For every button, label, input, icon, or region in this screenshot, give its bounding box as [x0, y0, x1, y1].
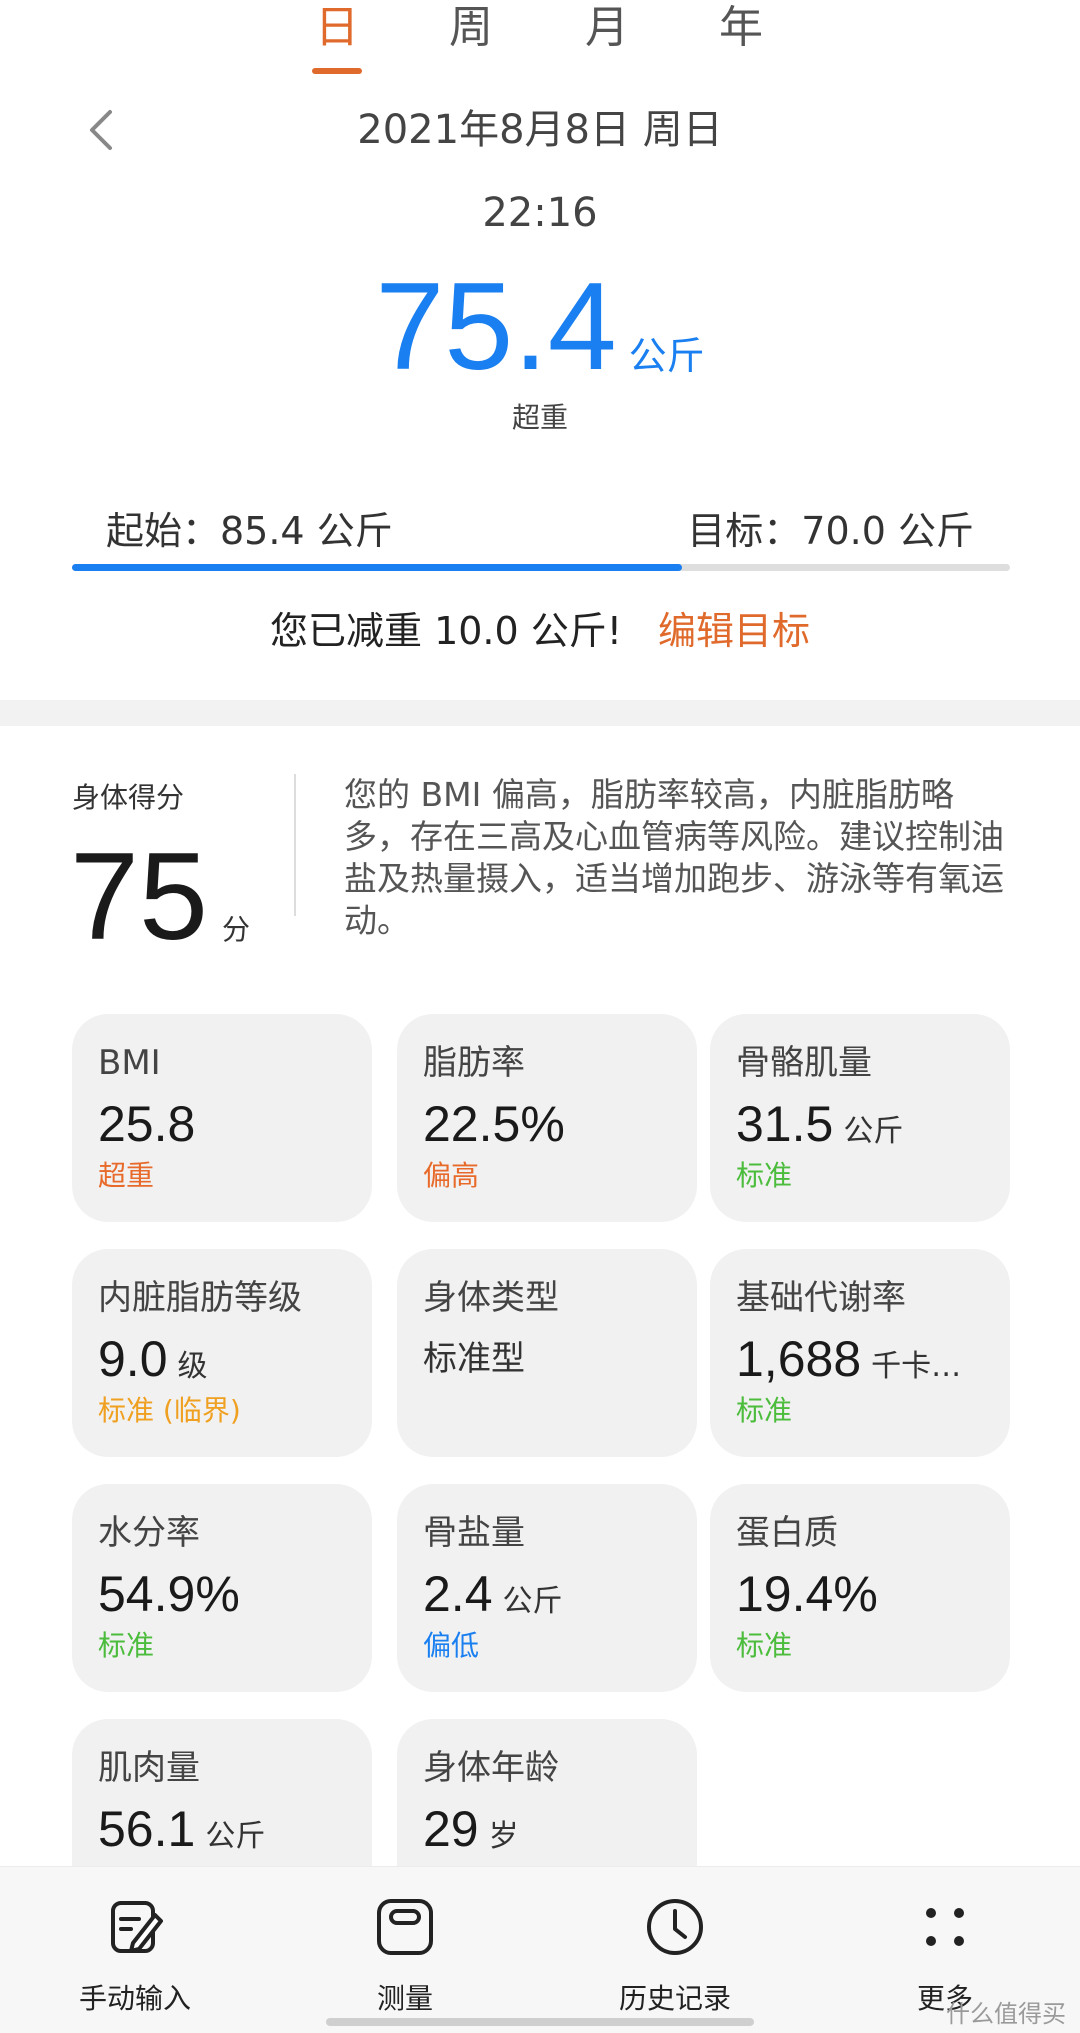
metric-value: 56.1: [98, 1801, 196, 1857]
weight-status: 超重: [511, 401, 568, 434]
body-score: 75 分: [70, 832, 250, 962]
metric-unit: 级: [177, 1349, 208, 1384]
metric-card[interactable]: 水分率 54.9% 标准: [72, 1484, 372, 1692]
metric-title: 蛋白质: [736, 1513, 838, 1553]
metric-status: 偏高: [423, 1159, 480, 1192]
period-tabs: 日 周 月 年: [0, 0, 1080, 80]
section-divider: [0, 700, 1080, 726]
weight-progress-fill: [72, 564, 682, 571]
metric-title: 肌肉量: [98, 1748, 200, 1788]
metric-title: 脂肪率: [423, 1043, 525, 1083]
metric-title: 骨盐量: [423, 1513, 525, 1553]
nav-measure[interactable]: 测量: [310, 1867, 500, 2033]
metric-status: 超重: [98, 1159, 155, 1192]
metric-value-row: 19.4%: [736, 1564, 984, 1624]
tab-year[interactable]: 年: [696, 0, 786, 56]
tab-day[interactable]: 日: [292, 0, 382, 56]
weight-unit: 公斤: [628, 334, 705, 378]
metric-status: 标准: [98, 1629, 155, 1662]
metric-value-row: 56.1 公斤: [98, 1799, 346, 1859]
metric-title: 基础代谢率: [736, 1278, 906, 1318]
metric-title: 身体年龄: [423, 1748, 559, 1788]
edit-note-icon: [111, 1901, 163, 1953]
metric-value: 29: [423, 1801, 479, 1857]
metric-status: 标准: [736, 1159, 793, 1192]
tab-week[interactable]: 周: [426, 0, 516, 56]
metric-value: 31.5: [736, 1096, 834, 1152]
metric-title: 身体类型: [423, 1278, 559, 1318]
metric-card[interactable]: 基础代谢率 1,688 千卡… 标准: [710, 1249, 1010, 1457]
more-dots-icon: [926, 1908, 964, 1946]
weight-value: 75.4: [375, 258, 617, 396]
nav-history-label: 历史记录: [618, 1982, 731, 2015]
metric-value-row: 54.9%: [98, 1564, 346, 1624]
body-score-value: 75: [70, 828, 208, 966]
home-indicator[interactable]: [326, 2018, 754, 2026]
health-advice: 您的 BMI 偏高，脂肪率较高，内脏脂肪略多，存在三高及心血管病等风险。建议控制…: [344, 775, 1004, 940]
measure-time: 22:16: [482, 190, 598, 236]
metric-value: 1,688: [736, 1331, 862, 1387]
metric-card[interactable]: 骨盐量 2.4 公斤 偏低: [397, 1484, 697, 1692]
metric-title: 水分率: [98, 1513, 200, 1553]
metric-value-row: 25.8: [98, 1094, 346, 1154]
nav-history[interactable]: 历史记录: [580, 1867, 770, 2033]
metric-value: 25.8: [98, 1096, 196, 1152]
metric-value-row: 29 岁: [423, 1799, 671, 1859]
nav-manual-input-label: 手动输入: [78, 1982, 191, 2015]
start-weight: 起始：85.4 公斤: [106, 509, 393, 553]
metric-value: 19.4%: [736, 1566, 878, 1622]
metric-unit: 公斤: [502, 1584, 563, 1619]
metric-value: 54.9%: [98, 1566, 240, 1622]
metric-card[interactable]: 身体类型 标准型: [397, 1249, 697, 1457]
metric-unit: 岁: [488, 1819, 519, 1854]
metric-card[interactable]: 内脏脂肪等级 9.0 级标准 (临界): [72, 1249, 372, 1457]
edit-goal-link[interactable]: 编辑目标: [658, 609, 810, 653]
metric-title: BMI: [98, 1043, 161, 1083]
metric-value-row: 2.4 公斤: [423, 1564, 671, 1624]
metric-value-row: 1,688 千卡…: [736, 1329, 984, 1389]
metric-title: 骨骼肌量: [736, 1043, 872, 1083]
metric-value-row: 标准型: [423, 1329, 671, 1389]
metric-card[interactable]: 蛋白质 19.4% 标准: [710, 1484, 1010, 1692]
body-score-label: 身体得分: [72, 781, 185, 814]
clock-icon: [647, 1899, 703, 1955]
metric-value-row: 9.0 级: [98, 1329, 346, 1389]
watermark: 什么值得买: [946, 2000, 1066, 2028]
metric-card[interactable]: 脂肪率 22.5% 偏高: [397, 1014, 697, 1222]
nav-manual-input[interactable]: 手动输入: [40, 1867, 230, 2033]
weight-lost-text: 您已减重 10.0 公斤!: [269, 609, 622, 653]
metric-value: 2.4: [423, 1566, 493, 1622]
metric-status: 标准 (临界): [98, 1394, 241, 1427]
bottom-nav: 手动输入 测量 历史记录 更多: [0, 1866, 1080, 2033]
weight-progress-bar: [72, 564, 1010, 571]
vertical-divider: [294, 774, 296, 916]
metric-card[interactable]: BMI 25.8 超重: [72, 1014, 372, 1222]
metric-status: 标准: [736, 1629, 793, 1662]
active-tab-indicator: [312, 68, 362, 74]
body-score-unit: 分: [221, 913, 250, 946]
weight-display: 75.4 公斤: [0, 262, 1080, 392]
metric-value: 22.5%: [423, 1096, 565, 1152]
metric-unit: 千卡…: [871, 1349, 962, 1384]
metric-text-value: 标准型: [423, 1339, 525, 1379]
date-label: 2021年8月8日 周日: [357, 107, 723, 153]
metric-value-row: 31.5 公斤: [736, 1094, 984, 1154]
metric-unit: 公斤: [843, 1114, 904, 1149]
tab-month[interactable]: 月: [562, 0, 652, 56]
weight-lost-row: 您已减重 10.0 公斤! 编辑目标: [0, 600, 1080, 655]
nav-measure-label: 测量: [376, 1982, 433, 2015]
metric-value: 9.0: [98, 1331, 168, 1387]
metric-title: 内脏脂肪等级: [98, 1278, 302, 1318]
back-button[interactable]: [78, 100, 128, 160]
metric-value-row: 22.5%: [423, 1094, 671, 1154]
metric-status: 偏低: [423, 1629, 480, 1662]
metric-card[interactable]: 骨骼肌量 31.5 公斤标准: [710, 1014, 1010, 1222]
chevron-left-icon: [90, 110, 112, 150]
goal-weight: 目标：70.0 公斤: [687, 509, 974, 553]
scale-icon: [377, 1899, 433, 1955]
metric-status: 标准: [736, 1394, 793, 1427]
metric-unit: 公斤: [205, 1819, 266, 1854]
